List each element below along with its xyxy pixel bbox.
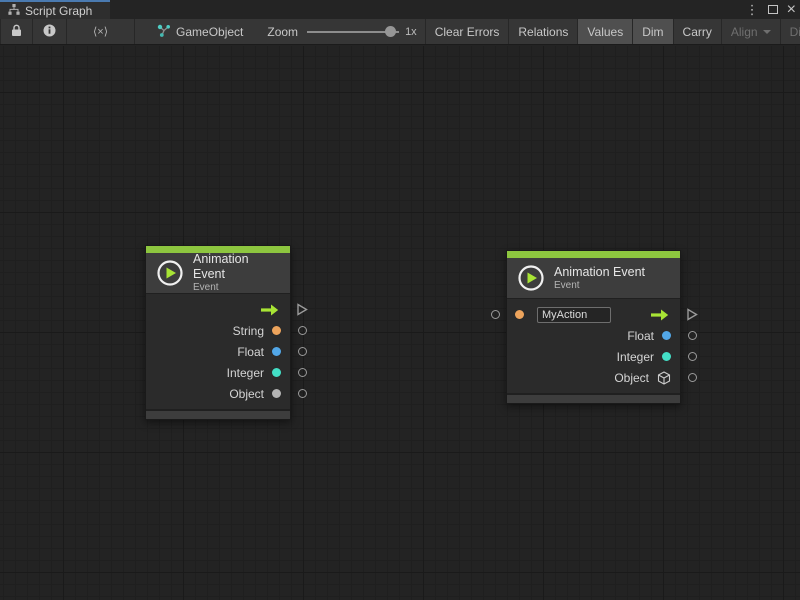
script-machine-icon bbox=[157, 24, 171, 40]
toolbar-buttons: Clear Errors Relations Values Dim Carry … bbox=[425, 19, 800, 44]
object-port-dot[interactable] bbox=[272, 389, 281, 398]
input-port-connector[interactable] bbox=[491, 310, 500, 319]
distribute-dropdown[interactable]: Distribute bbox=[781, 19, 800, 44]
float-port-dot[interactable] bbox=[272, 347, 281, 356]
node-subtitle: Event bbox=[554, 280, 645, 292]
dim-toggle[interactable]: Dim bbox=[633, 19, 673, 44]
node-header[interactable]: Animation Event Event bbox=[146, 253, 290, 293]
target-label: GameObject bbox=[176, 25, 243, 39]
toolbar-left-group: ⟨×⟩ bbox=[0, 19, 135, 44]
maximize-icon[interactable] bbox=[768, 5, 778, 14]
float-port-connector[interactable] bbox=[298, 347, 307, 356]
embed-code-button[interactable]: ⟨×⟩ bbox=[67, 19, 135, 44]
carry-toggle[interactable]: Carry bbox=[674, 19, 722, 44]
object-port-connector[interactable] bbox=[298, 389, 307, 398]
port-row-string: String bbox=[146, 320, 290, 341]
flow-arrow-icon bbox=[650, 309, 669, 321]
relations-button[interactable]: Relations bbox=[509, 19, 578, 44]
clear-errors-button[interactable]: Clear Errors bbox=[426, 19, 510, 44]
code-icon: ⟨×⟩ bbox=[93, 25, 108, 38]
values-toggle[interactable]: Values bbox=[578, 19, 633, 44]
graph-icon bbox=[8, 2, 20, 20]
close-icon[interactable]: × bbox=[787, 2, 796, 18]
node-body: String Float Integer Object bbox=[146, 293, 290, 409]
node-footer bbox=[507, 393, 680, 403]
string-port-connector[interactable] bbox=[298, 326, 307, 335]
cube-icon[interactable] bbox=[657, 371, 671, 385]
node-header[interactable]: Animation Event Event bbox=[507, 258, 680, 298]
script-graph-window: Script Graph ⋮ × bbox=[0, 0, 800, 600]
flow-port-connector[interactable] bbox=[296, 303, 308, 316]
node-footer bbox=[146, 409, 290, 419]
object-port-connector[interactable] bbox=[688, 373, 697, 382]
node-subtitle: Event bbox=[193, 282, 280, 294]
menu-icon[interactable]: ⋮ bbox=[746, 3, 759, 16]
graph-toolbar: ⟨×⟩ GameObject Zoom 1x bbox=[0, 19, 800, 45]
node-animation-event-2[interactable]: Animation Event Event bbox=[506, 250, 681, 404]
port-row-object: Object bbox=[146, 383, 290, 404]
node-title: Animation Event bbox=[193, 252, 280, 282]
node-title: Animation Event bbox=[554, 265, 645, 280]
tab-script-graph[interactable]: Script Graph bbox=[0, 0, 110, 19]
port-row-object: Object bbox=[507, 367, 680, 388]
integer-port-connector[interactable] bbox=[298, 368, 307, 377]
titlebar: Script Graph ⋮ × bbox=[0, 0, 800, 19]
port-row-float: Float bbox=[507, 325, 680, 346]
event-play-icon bbox=[156, 259, 184, 287]
zoom-control: Zoom 1x bbox=[267, 19, 424, 44]
info-button[interactable] bbox=[33, 19, 67, 44]
node-accent-bar bbox=[507, 251, 680, 258]
lock-button[interactable] bbox=[1, 19, 33, 44]
port-row-float: Float bbox=[146, 341, 290, 362]
flow-port-connector[interactable] bbox=[686, 308, 698, 321]
lock-icon bbox=[11, 24, 22, 40]
integer-port-dot[interactable] bbox=[272, 368, 281, 377]
zoom-label: Zoom bbox=[267, 25, 298, 39]
node-animation-event-1[interactable]: Animation Event Event bbox=[145, 245, 291, 420]
integer-port-dot[interactable] bbox=[662, 352, 671, 361]
float-port-dot[interactable] bbox=[662, 331, 671, 340]
zoom-slider[interactable] bbox=[307, 26, 399, 38]
target-gameobject[interactable]: GameObject bbox=[157, 19, 243, 44]
integer-port-connector[interactable] bbox=[688, 352, 697, 361]
float-port-connector[interactable] bbox=[688, 331, 697, 340]
graph-canvas[interactable]: Animation Event Event bbox=[0, 46, 800, 600]
port-row-integer: Integer bbox=[146, 362, 290, 383]
chevron-down-icon bbox=[763, 30, 771, 34]
name-input-row bbox=[507, 304, 680, 325]
port-row-integer: Integer bbox=[507, 346, 680, 367]
window-controls: ⋮ × bbox=[746, 0, 796, 19]
string-input-dot[interactable] bbox=[515, 310, 524, 319]
event-name-input[interactable] bbox=[537, 307, 611, 323]
zoom-slider-thumb[interactable] bbox=[385, 26, 396, 37]
align-dropdown[interactable]: Align bbox=[722, 19, 781, 44]
node-body: Float Integer Object bbox=[507, 298, 680, 393]
tab-label: Script Graph bbox=[25, 4, 92, 18]
info-icon bbox=[43, 24, 56, 40]
flow-output-row bbox=[146, 299, 290, 320]
zoom-value: 1x bbox=[405, 26, 417, 38]
string-port-dot[interactable] bbox=[272, 326, 281, 335]
flow-arrow-icon bbox=[260, 304, 279, 316]
event-play-icon bbox=[517, 264, 545, 292]
